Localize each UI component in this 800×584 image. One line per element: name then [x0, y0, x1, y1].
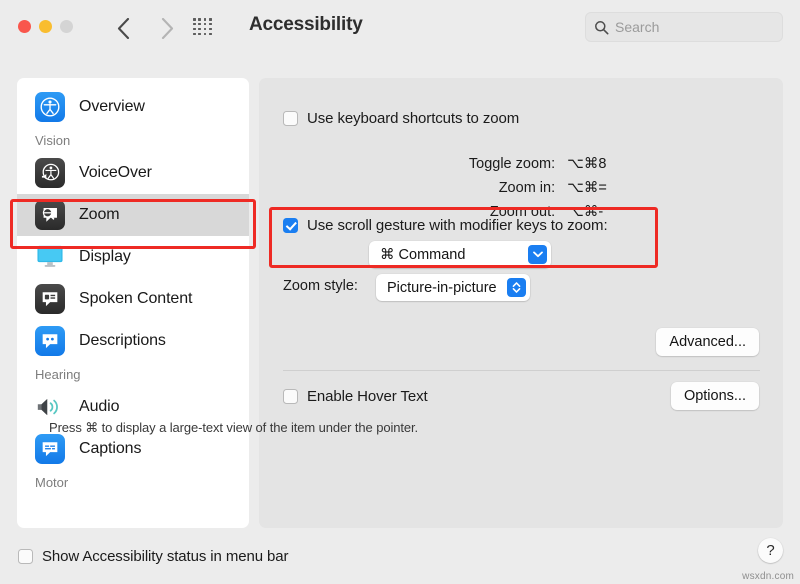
- sidebar-item-display[interactable]: Display: [17, 236, 249, 278]
- scroll-gesture-checkbox-row[interactable]: Use scroll gesture with modifier keys to…: [283, 217, 608, 234]
- scroll-gesture-checkbox[interactable]: [283, 218, 298, 233]
- zoom-style-label: Zoom style:: [283, 278, 358, 294]
- zoom-icon: [35, 200, 65, 230]
- search-input[interactable]: [615, 19, 774, 35]
- scroll-gesture-label: Use scroll gesture with modifier keys to…: [307, 217, 608, 234]
- sidebar-item-label: Captions: [79, 440, 141, 458]
- sidebar-group-vision: Vision: [17, 128, 249, 152]
- sidebar-item-label: Spoken Content: [79, 290, 192, 308]
- traffic-lights: [18, 20, 73, 33]
- sidebar-item-label: VoiceOver: [79, 164, 152, 182]
- sidebar-item-overview[interactable]: Overview: [17, 86, 249, 128]
- help-button[interactable]: ?: [758, 538, 783, 563]
- back-chevron-icon[interactable]: [112, 12, 134, 44]
- sidebar-item-label: Zoom: [79, 206, 120, 224]
- menu-bar-status-checkbox[interactable]: [18, 549, 33, 564]
- sidebar-item-label: Audio: [79, 398, 119, 416]
- accessibility-icon: [35, 92, 65, 122]
- search-icon: [594, 20, 609, 35]
- advanced-button[interactable]: Advanced...: [656, 328, 759, 356]
- hover-text-checkbox[interactable]: [283, 389, 298, 404]
- display-icon: [35, 242, 65, 272]
- zoom-style-row: Zoom style:: [283, 278, 358, 294]
- minimize-window-button[interactable]: [39, 20, 52, 33]
- hover-text-checkbox-row[interactable]: Enable Hover Text: [283, 388, 428, 405]
- zoom-style-value: Picture-in-picture: [387, 280, 497, 296]
- sidebar-item-spoken-content[interactable]: Spoken Content: [17, 278, 249, 320]
- audio-icon: [35, 392, 65, 422]
- search-field[interactable]: [585, 12, 783, 42]
- menu-bar-status-checkbox-row[interactable]: Show Accessibility status in menu bar: [18, 548, 288, 565]
- sidebar-item-label: Overview: [79, 98, 145, 116]
- sidebar-item-zoom[interactable]: Zoom: [17, 194, 249, 236]
- keyboard-shortcuts-checkbox-row[interactable]: Use keyboard shortcuts to zoom: [283, 110, 519, 127]
- voiceover-icon: [35, 158, 65, 188]
- captions-icon: [35, 434, 65, 464]
- hover-text-label: Enable Hover Text: [307, 388, 428, 405]
- zoom-style-dropdown[interactable]: Picture-in-picture: [376, 274, 530, 301]
- window-titlebar: Accessibility: [0, 0, 800, 57]
- forward-chevron-icon[interactable]: [156, 12, 178, 44]
- sidebar-item-descriptions[interactable]: Descriptions: [17, 320, 249, 362]
- hover-text-hint: Press ⌘ to display a large-text view of …: [49, 420, 418, 436]
- hover-text-options-button[interactable]: Options...: [671, 382, 759, 410]
- menu-bar-status-label: Show Accessibility status in menu bar: [42, 548, 288, 565]
- modifier-key-value: ⌘ Command: [380, 247, 465, 263]
- close-window-button[interactable]: [18, 20, 31, 33]
- keyboard-shortcuts-checkbox[interactable]: [283, 111, 298, 126]
- page-title: Accessibility: [249, 14, 363, 36]
- chevron-up-down-icon[interactable]: [507, 278, 526, 297]
- sidebar-group-motor: Motor: [17, 470, 249, 494]
- section-divider: [283, 370, 760, 371]
- navigation-arrows: [112, 12, 178, 44]
- show-all-grid-icon[interactable]: [193, 18, 213, 36]
- maximize-window-button[interactable]: [60, 20, 73, 33]
- zoom-settings-panel: Use keyboard shortcuts to zoom Toggle zo…: [259, 78, 783, 528]
- chevron-down-icon[interactable]: [528, 245, 547, 264]
- sidebar-group-hearing: Hearing: [17, 362, 249, 386]
- descriptions-icon: [35, 326, 65, 356]
- keyboard-shortcuts-label: Use keyboard shortcuts to zoom: [307, 110, 519, 127]
- modifier-key-dropdown[interactable]: ⌘ Command: [369, 241, 551, 268]
- spoken-content-icon: [35, 284, 65, 314]
- watermark: wsxdn.com: [742, 571, 794, 582]
- sidebar-item-label: Descriptions: [79, 332, 166, 350]
- sidebar-item-voiceover[interactable]: VoiceOver: [17, 152, 249, 194]
- accessibility-sidebar[interactable]: Overview Vision VoiceOver Zoom: [17, 78, 249, 528]
- sidebar-item-label: Display: [79, 248, 131, 266]
